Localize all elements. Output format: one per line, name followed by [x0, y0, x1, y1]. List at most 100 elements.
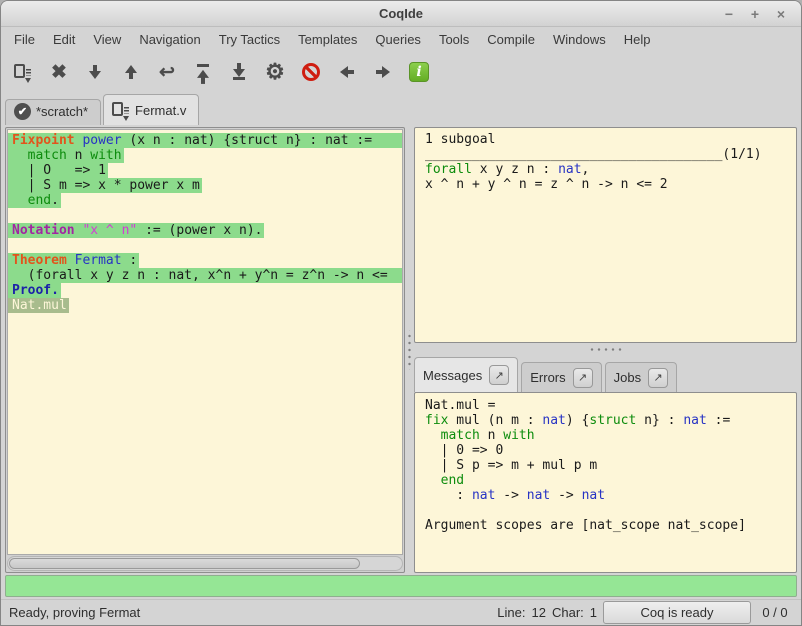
code-token: : — [122, 253, 138, 268]
menu-try-tactics[interactable]: Try Tactics — [210, 29, 289, 50]
tab-label: Jobs — [614, 370, 641, 385]
close-button[interactable]: × — [773, 6, 789, 22]
code-line: | O => 1 — [8, 163, 402, 178]
go-to-start-button[interactable] — [187, 56, 219, 88]
code-token: Nat.mul = — [425, 398, 495, 413]
code-line: | S p => m + mul p m — [421, 458, 790, 473]
menu-file[interactable]: File — [5, 29, 44, 50]
go-to-end-button[interactable] — [223, 56, 255, 88]
detach-arrow-icon: ↗ — [654, 371, 663, 384]
previous-tab-button[interactable] — [331, 56, 363, 88]
code-token: x y z n : — [472, 162, 558, 177]
scrollbar-thumb[interactable] — [9, 558, 360, 569]
menu-compile[interactable]: Compile — [478, 29, 544, 50]
coqide-window: CoqIde −+ × FileEditViewNavigationTry Tac… — [0, 0, 802, 626]
code-line: Argument scopes are [nat_scope nat_scope… — [421, 518, 790, 533]
code-token: nat — [542, 413, 565, 428]
menu-templates[interactable]: Templates — [289, 29, 366, 50]
code-token: Notation — [12, 223, 75, 238]
code-token: power — [82, 133, 121, 148]
tab-jobs[interactable]: Jobs ↗ — [605, 362, 677, 392]
arrow-up-bar-icon — [195, 64, 211, 80]
status-message: Ready, proving Fermat — [9, 605, 140, 620]
code-token: x ^ n + y ^ n = z ^ n -> n <= 2 — [425, 177, 668, 192]
preferences-button[interactable]: ⚙ — [259, 56, 291, 88]
restart-button[interactable]: ↩ — [151, 56, 183, 88]
forward-one-step-button[interactable] — [79, 56, 111, 88]
title-bar[interactable]: CoqIde −+ × — [1, 1, 801, 27]
info-icon: i — [409, 62, 429, 82]
next-tab-button[interactable] — [367, 56, 399, 88]
gear-icon: ⚙ — [265, 59, 285, 85]
stop-icon — [302, 63, 320, 81]
code-token: ______________________________________(1… — [425, 147, 762, 162]
code-line — [421, 503, 790, 518]
menu-queries[interactable]: Queries — [366, 29, 430, 50]
code-token: struct — [589, 413, 636, 428]
code-token: nat — [683, 413, 706, 428]
code-token: := (power x n). — [137, 223, 262, 238]
code-token: -> — [495, 488, 526, 503]
tab-fermatv[interactable]: Fermat.v — [103, 94, 199, 125]
code-line: : nat -> nat -> nat — [421, 488, 790, 503]
maximize-button[interactable]: + — [747, 6, 763, 22]
tab-scratch[interactable]: ✔*scratch* — [5, 99, 101, 125]
code-token — [12, 148, 28, 163]
menu-edit[interactable]: Edit — [44, 29, 84, 50]
detach-arrow-icon: ↗ — [495, 369, 504, 382]
go-to-cursor-button[interactable] — [7, 56, 39, 88]
code-token: | O => 1 — [12, 163, 106, 178]
detach-button[interactable]: ↗ — [489, 365, 509, 385]
tab-errors[interactable]: Errors ↗ — [521, 362, 601, 392]
coq-status-button[interactable]: Coq is ready — [603, 601, 751, 624]
about-button[interactable]: i — [403, 56, 435, 88]
toolbar: ✖ ↩ ⚙ i — [1, 51, 801, 93]
page-down-icon — [112, 102, 130, 119]
menu-windows[interactable]: Windows — [544, 29, 615, 50]
code-token: | S p => m + mul p m — [425, 458, 597, 473]
messages-pane[interactable]: Nat.mul =fix mul (n m : nat) {struct n} … — [414, 392, 797, 573]
tab-label: *scratch* — [36, 104, 88, 119]
status-right: Line: 12 Char: 1 Coq is ready 0 / 0 — [497, 601, 793, 624]
code-line: x ^ n + y ^ n = z ^ n -> n <= 2 — [421, 177, 790, 192]
minimize-button[interactable]: − — [721, 6, 737, 22]
code-token: Theorem — [12, 253, 67, 268]
code-token: | S m => x * power x m — [12, 178, 200, 193]
script-pane: Fixpoint power (x n : nat) {struct n} : … — [5, 127, 405, 573]
stop-button[interactable] — [295, 56, 327, 88]
restart-icon: ↩ — [159, 61, 175, 84]
detach-button[interactable]: ↗ — [573, 368, 593, 388]
menu-tools[interactable]: Tools — [430, 29, 478, 50]
menu-navigation[interactable]: Navigation — [130, 29, 209, 50]
code-line — [8, 238, 402, 253]
code-line: | S m => x * power x m — [8, 178, 402, 193]
code-line: end. — [8, 193, 402, 208]
window-title: CoqIde — [1, 6, 801, 21]
progress-bar — [5, 575, 797, 597]
tab-messages[interactable]: Messages↗ — [414, 357, 518, 392]
code-token: nat — [582, 488, 605, 503]
page-down-icon — [14, 64, 32, 81]
tab-label: Errors — [530, 370, 565, 385]
code-line: Fixpoint power (x n : nat) {struct n} : … — [8, 133, 402, 148]
detach-button[interactable]: ↗ — [648, 368, 668, 388]
tab-label: Fermat.v — [135, 103, 186, 118]
char-value: 1 — [590, 605, 597, 620]
char-label: Char: — [552, 605, 584, 620]
backward-one-step-button[interactable] — [115, 56, 147, 88]
interrupt-button[interactable]: ✖ — [43, 56, 75, 88]
goals-pane[interactable]: 1 subgoal_______________________________… — [414, 127, 797, 343]
code-token: 1 subgoal — [425, 132, 495, 147]
code-token: fix — [425, 413, 448, 428]
script-editor[interactable]: Fixpoint power (x n : nat) {struct n} : … — [7, 129, 403, 555]
menu-view[interactable]: View — [84, 29, 130, 50]
pane-splitter-horizontal[interactable] — [414, 343, 797, 356]
code-token: nat — [527, 488, 550, 503]
horizontal-scrollbar[interactable] — [7, 556, 403, 571]
window-buttons: −+ × — [721, 6, 801, 22]
menu-help[interactable]: Help — [615, 29, 660, 50]
pane-splitter-vertical[interactable] — [405, 127, 414, 573]
code-token — [425, 473, 441, 488]
line-label: Line: — [497, 605, 525, 620]
detach-arrow-icon: ↗ — [578, 371, 587, 384]
